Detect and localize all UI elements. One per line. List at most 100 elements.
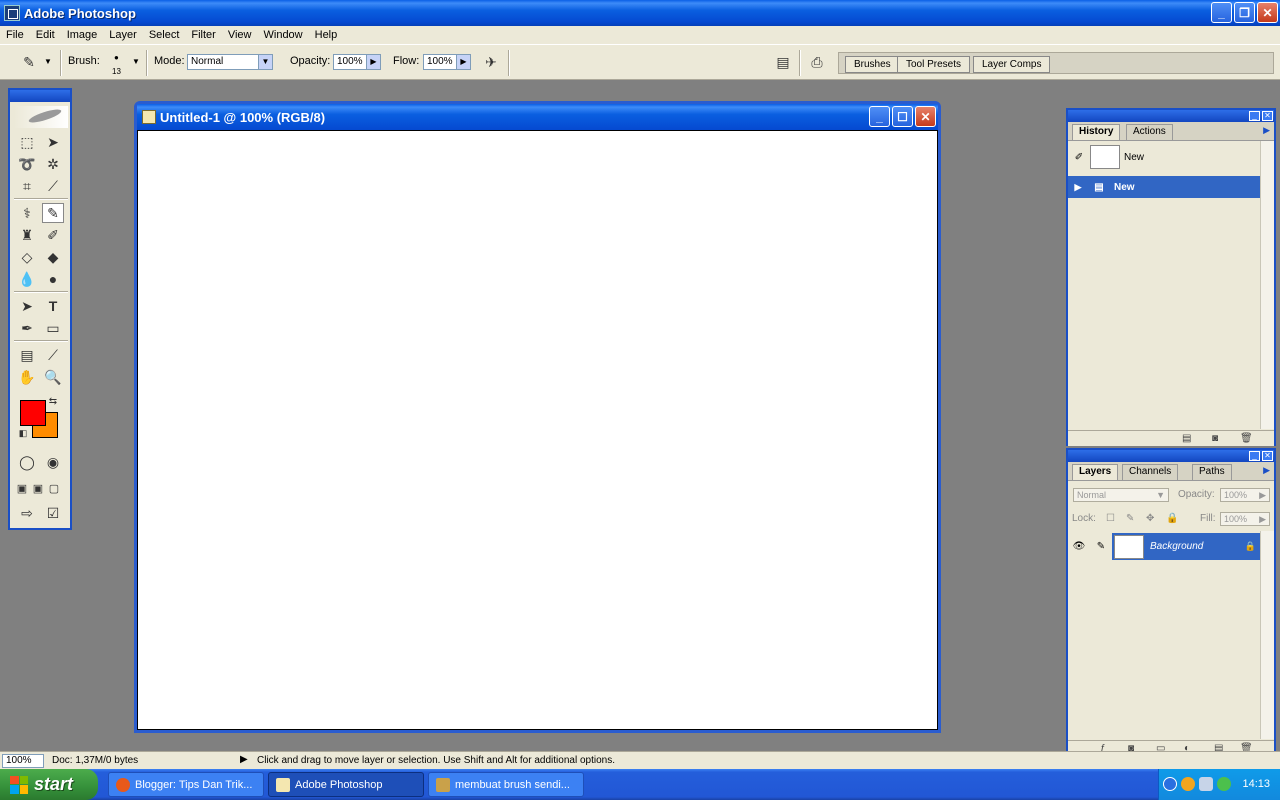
- brush-tool-preset-icon[interactable]: ✎: [18, 52, 40, 72]
- full-screen-mode-icon[interactable]: ▢: [46, 478, 62, 498]
- type-tool-icon[interactable]: T: [42, 296, 64, 316]
- document-canvas[interactable]: [137, 130, 938, 730]
- tab-brushes[interactable]: Brushes: [845, 56, 900, 73]
- tab-layer-comps[interactable]: Layer Comps: [973, 56, 1051, 73]
- menu-image[interactable]: Image: [61, 29, 104, 41]
- toolbox-title-bar[interactable]: [10, 90, 70, 102]
- healing-brush-tool-icon[interactable]: ⚕: [16, 203, 38, 223]
- tray-app-icon[interactable]: [1181, 777, 1195, 791]
- mode-select[interactable]: Normal ▼: [187, 54, 273, 70]
- lock-all-icon[interactable]: 🔒: [1166, 513, 1178, 524]
- crop-tool-icon[interactable]: ⌗: [16, 176, 38, 196]
- blend-mode-select[interactable]: Normal ▼: [1073, 488, 1169, 502]
- marquee-tool-icon[interactable]: ⬚: [16, 132, 38, 152]
- history-snapshot[interactable]: ✐ New: [1068, 144, 1260, 170]
- document-maximize-button[interactable]: ☐: [892, 106, 913, 127]
- layer-opacity-field[interactable]: 100% ▶: [1220, 488, 1270, 502]
- close-button[interactable]: ✕: [1257, 2, 1278, 23]
- tab-layers[interactable]: Layers: [1072, 464, 1119, 480]
- menu-filter[interactable]: Filter: [185, 29, 221, 41]
- path-selection-tool-icon[interactable]: ➤: [16, 296, 38, 316]
- history-brush-tool-icon[interactable]: ✐: [42, 225, 64, 245]
- imageready-icon[interactable]: ☑: [42, 503, 64, 523]
- task-photoshop[interactable]: Adobe Photoshop: [268, 772, 424, 797]
- zoom-tool-icon[interactable]: 🔍: [42, 367, 64, 387]
- eraser-tool-icon[interactable]: ◇: [16, 247, 38, 267]
- dodge-tool-icon[interactable]: ●: [42, 269, 64, 289]
- default-colors-icon[interactable]: ◧: [16, 426, 30, 440]
- start-button[interactable]: start: [0, 769, 98, 800]
- airbrush-icon[interactable]: ✈: [480, 52, 502, 72]
- standard-mode-icon[interactable]: ◯: [16, 452, 38, 472]
- blur-tool-icon[interactable]: 💧: [16, 269, 38, 289]
- tool-preset-dropdown-icon[interactable]: ▼: [44, 57, 52, 66]
- clone-stamp-tool-icon[interactable]: ♜: [16, 225, 38, 245]
- tab-history[interactable]: History: [1072, 124, 1121, 140]
- menu-window[interactable]: Window: [258, 29, 309, 41]
- eyedropper-tool-icon[interactable]: ⟋: [42, 345, 64, 365]
- eye-icon[interactable]: 👁: [1068, 533, 1090, 560]
- network-icon[interactable]: [1199, 777, 1213, 791]
- menu-select[interactable]: Select: [143, 29, 186, 41]
- menu-file[interactable]: File: [0, 29, 30, 41]
- close-icon[interactable]: ✕: [1262, 451, 1273, 461]
- lock-position-icon[interactable]: ✥: [1146, 513, 1154, 524]
- rectangle-tool-icon[interactable]: ▭: [42, 318, 64, 338]
- layer-row-background[interactable]: 👁 ✎ Background 🔒: [1068, 533, 1260, 560]
- tab-paths[interactable]: Paths: [1192, 464, 1232, 480]
- slice-tool-icon[interactable]: ⟋: [42, 176, 64, 196]
- move-tool-icon[interactable]: ➤: [42, 132, 64, 152]
- notes-tool-icon[interactable]: ▤: [16, 345, 38, 365]
- tab-channels[interactable]: Channels: [1122, 464, 1179, 480]
- document-title-bar[interactable]: Untitled-1 @ 100% (RGB/8) _ ☐ ✕: [137, 104, 938, 130]
- chevron-right-icon[interactable]: ▶: [456, 55, 470, 69]
- minimize-icon[interactable]: _: [1249, 111, 1260, 121]
- document-icon[interactable]: [142, 110, 156, 124]
- magic-wand-tool-icon[interactable]: ✲: [42, 154, 64, 174]
- layers-palette-title-bar[interactable]: _ ✕: [1068, 450, 1274, 462]
- brush-tool-icon[interactable]: ✎: [42, 203, 64, 223]
- tab-actions[interactable]: Actions: [1126, 124, 1173, 140]
- status-menu-icon[interactable]: ▶: [240, 754, 248, 765]
- brush-link-icon[interactable]: ✎: [1090, 533, 1112, 560]
- standard-screen-mode-icon[interactable]: ▣: [14, 478, 30, 498]
- lasso-tool-icon[interactable]: ➰: [16, 154, 38, 174]
- history-palette-title-bar[interactable]: _ ✕: [1068, 110, 1274, 122]
- palette-menu-icon[interactable]: ▶: [1263, 125, 1270, 136]
- file-browser-icon[interactable]: ▤: [772, 52, 794, 72]
- lock-transparent-icon[interactable]: ☐: [1106, 513, 1115, 524]
- history-state[interactable]: ▶ ▤ New: [1068, 176, 1260, 198]
- menu-layer[interactable]: Layer: [103, 29, 143, 41]
- doc-info[interactable]: Doc: 1,37M/0 bytes: [52, 755, 138, 766]
- close-icon[interactable]: ✕: [1262, 111, 1273, 121]
- menu-view[interactable]: View: [222, 29, 258, 41]
- zoom-field[interactable]: 100%: [2, 754, 44, 768]
- lock-image-icon[interactable]: ✎: [1126, 513, 1134, 524]
- opacity-field[interactable]: 100% ▶: [333, 54, 381, 70]
- fill-field[interactable]: 100% ▶: [1220, 512, 1270, 526]
- task-blogger[interactable]: Blogger: Tips Dan Trik...: [108, 772, 264, 797]
- task-membuat-brush[interactable]: membuat brush sendi...: [428, 772, 584, 797]
- minimize-button[interactable]: _: [1211, 2, 1232, 23]
- jump-to-imageready-icon[interactable]: ⇨: [16, 503, 38, 523]
- document-close-button[interactable]: ✕: [915, 106, 936, 127]
- restore-button[interactable]: ❐: [1234, 2, 1255, 23]
- flow-field[interactable]: 100% ▶: [423, 54, 471, 70]
- print-icon[interactable]: ⎙: [806, 52, 828, 72]
- menu-help[interactable]: Help: [309, 29, 344, 41]
- delete-state-icon[interactable]: 🗑: [1240, 433, 1253, 444]
- paint-bucket-tool-icon[interactable]: ◆: [42, 247, 64, 267]
- minimize-icon[interactable]: _: [1249, 451, 1260, 461]
- brush-dot-icon[interactable]: ●: [114, 53, 119, 62]
- tab-tool-presets[interactable]: Tool Presets: [897, 56, 971, 73]
- adobe-feather-logo[interactable]: [14, 106, 68, 128]
- new-document-from-state-icon[interactable]: ▤: [1182, 433, 1191, 444]
- document-minimize-button[interactable]: _: [869, 106, 890, 127]
- foreground-color-swatch[interactable]: [20, 400, 46, 426]
- brush-picker-dropdown-icon[interactable]: ▼: [132, 57, 140, 66]
- clock[interactable]: 14:13: [1242, 778, 1270, 790]
- history-scrollbar[interactable]: [1260, 141, 1274, 429]
- layers-scrollbar[interactable]: [1260, 531, 1274, 739]
- history-brush-source-icon[interactable]: ✐: [1068, 152, 1090, 163]
- chevron-right-icon[interactable]: ▶: [366, 55, 380, 69]
